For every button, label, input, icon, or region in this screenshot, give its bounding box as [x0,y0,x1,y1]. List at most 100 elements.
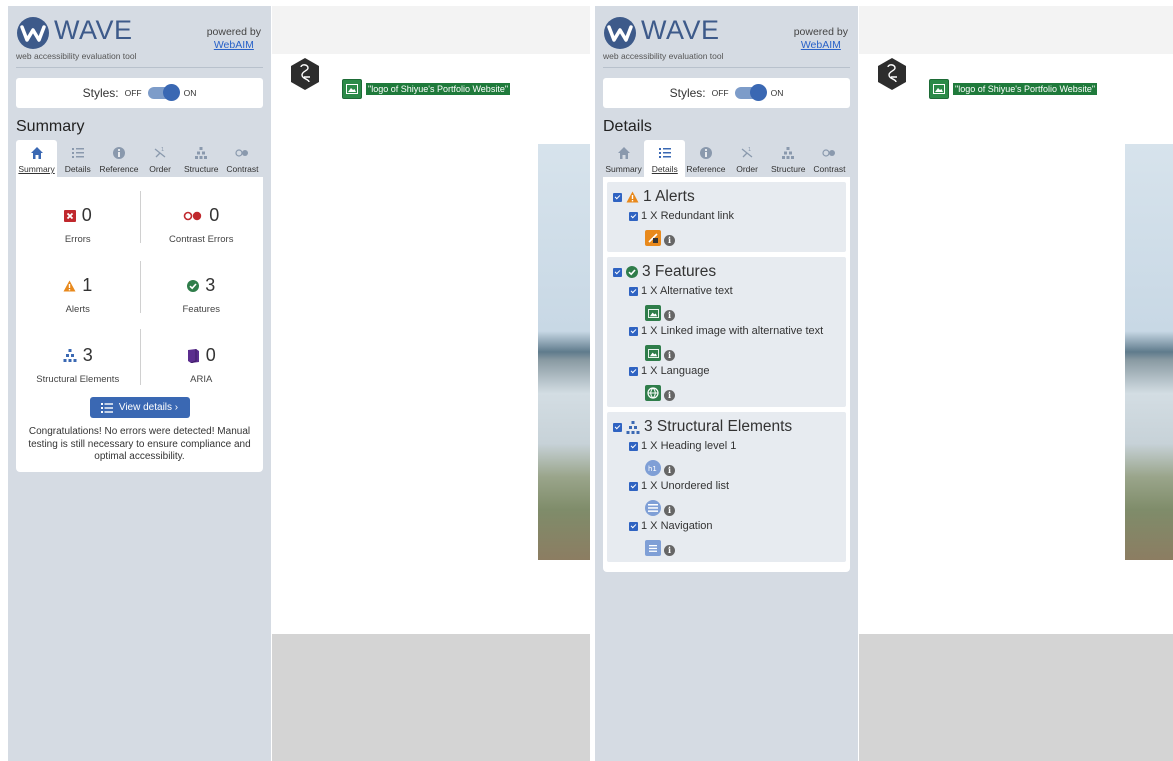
tab-order[interactable]: 1 Order [727,140,768,177]
powered-by-label: powered by [206,26,261,38]
summary-content: 0 Errors 0 Contrast Errors 1 Alerts 3 Fe… [16,177,263,472]
features-group: 3 Features 1 X Alternative text i 1 X Li… [607,257,846,407]
details-content: 1 Alerts 1 X Redundant link i 3 Features… [603,177,850,572]
navigation-icon[interactable] [645,540,661,556]
wave-summary-frame: WAVE web accessibility evaluation tool p… [0,0,590,761]
redundant-link-icon[interactable] [645,230,661,246]
features-heading: 3 Features [642,263,717,280]
alerts-checkbox[interactable] [613,192,622,202]
styles-toggle[interactable] [734,84,767,101]
structural-cell[interactable]: 3 Structural Elements [16,345,140,385]
contrast-errors-label: Contrast Errors [169,234,234,245]
tab-reference[interactable]: Reference [685,140,726,177]
styles-toggle-box: Styles: OFF ON [603,78,850,108]
contrast-errors-count: 0 [209,205,220,225]
tab-details[interactable]: Details [644,140,686,177]
contrast-errors-cell[interactable]: 0 Contrast Errors [140,205,264,245]
info-icon[interactable]: i [664,390,675,401]
alerts-label: Alerts [65,304,90,315]
hero-photo [538,144,590,560]
alt-text-icon [342,79,362,99]
panel-tabs: Summary Details Reference 1 Order Struct… [16,140,263,177]
wave-logo-text: WAVE [641,15,720,45]
tab-summary[interactable]: Summary [603,140,644,177]
linked-image-icon[interactable] [645,345,661,361]
aria-cell[interactable]: 0 ARIA [140,345,264,385]
powered-by: powered by WebAIM [207,26,261,52]
errors-count: 0 [81,205,92,225]
unordered-list-icon[interactable] [645,500,661,516]
structure-checkbox[interactable] [613,422,622,432]
detail-checkbox[interactable] [629,521,638,531]
view-details-label: View details › [118,402,179,413]
styles-label: Styles: [82,86,119,100]
tab-order[interactable]: 1 Order [140,140,181,177]
alert-icon [626,191,639,203]
alerts-heading: 1 Alerts [643,188,695,205]
features-checkbox[interactable] [613,267,622,277]
list-icon [658,148,671,158]
tab-structure[interactable]: Structure [768,140,809,177]
info-icon[interactable]: i [664,465,675,476]
aria-count: 0 [205,345,216,365]
structure-element-icon [626,420,640,434]
detail-item: 1 X Unordered list [629,480,838,492]
order-icon: 1 [154,147,166,158]
tab-contrast[interactable]: Contrast [809,140,850,177]
feature-icon [626,266,638,278]
styles-on-label: ON [770,88,784,98]
styles-toggle[interactable] [147,84,180,101]
info-icon[interactable]: i [664,310,675,321]
detail-checkbox[interactable] [629,286,638,296]
tab-structure[interactable]: Structure [181,140,222,177]
home-icon [617,147,630,159]
alt-text-value: "logo of Shiyue's Portfolio Website" [953,83,1098,95]
site-logo-icon[interactable] [877,58,907,90]
detail-item: 1 X Redundant link [629,210,838,222]
detail-checkbox[interactable] [629,211,638,221]
page-preview: "logo of Shiyue's Portfolio Website" [859,6,1173,761]
detail-item: 1 X Linked image with alternative text [629,325,838,337]
powered-by: powered by WebAIM [794,26,848,52]
info-icon[interactable]: i [664,235,675,246]
error-icon [63,209,76,222]
tab-details[interactable]: Details [57,140,98,177]
preview-footer-area [859,634,1173,761]
language-icon[interactable] [645,385,661,401]
detail-item: 1 X Alternative text [629,285,838,297]
tab-summary[interactable]: Summary [16,140,58,177]
tab-reference[interactable]: Reference [98,140,139,177]
alt-text-tag[interactable]: "logo of Shiyue's Portfolio Website" [929,79,1098,99]
alt-text-tag[interactable]: "logo of Shiyue's Portfolio Website" [342,79,511,99]
wave-header: WAVE web accessibility evaluation tool p… [603,6,850,68]
alerts-cell[interactable]: 1 Alerts [16,275,140,315]
info-icon[interactable]: i [664,545,675,556]
wave-tagline: web accessibility evaluation tool [16,51,137,61]
congrats-message: Congratulations! No errors were detected… [28,426,251,462]
structural-label: Structural Elements [36,374,120,385]
detail-checkbox[interactable] [629,366,638,376]
page-preview: "logo of Shiyue's Portfolio Website" [272,6,590,761]
features-cell[interactable]: 3 Features [140,275,264,315]
detail-checkbox[interactable] [629,326,638,336]
alt-text-icon[interactable] [645,305,661,321]
webaim-link[interactable]: WebAIM [207,39,261,52]
tab-contrast[interactable]: Contrast [222,140,263,177]
features-label: Features [182,304,221,315]
powered-by-label: powered by [793,26,848,38]
heading-h1-icon[interactable]: h1 [645,460,661,476]
detail-checkbox[interactable] [629,441,638,451]
info-icon[interactable]: i [664,505,675,516]
structure-group: 3 Structural Elements 1 X Heading level … [607,412,846,562]
list-icon [100,402,113,413]
info-icon [699,147,712,159]
detail-checkbox[interactable] [629,481,638,491]
webaim-link[interactable]: WebAIM [794,39,848,52]
site-logo-icon[interactable] [290,58,320,90]
structure-heading: 3 Structural Elements [644,418,793,435]
info-icon[interactable]: i [664,350,675,361]
home-icon [30,147,43,159]
errors-cell[interactable]: 0 Errors [16,205,140,245]
view-details-button[interactable]: View details › [89,397,190,418]
structural-count: 3 [82,345,93,365]
